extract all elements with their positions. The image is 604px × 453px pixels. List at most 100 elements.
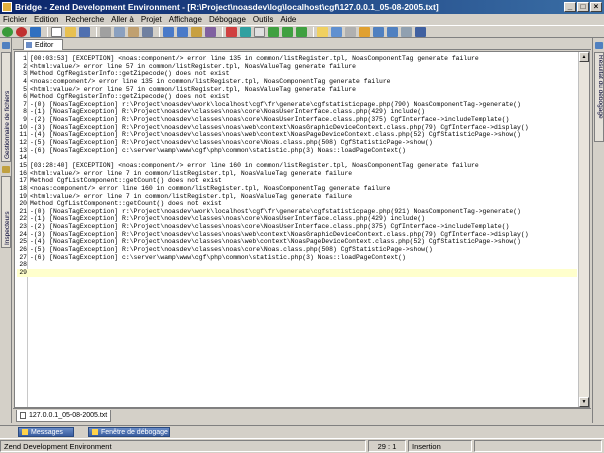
vertical-scrollbar[interactable]: ▲ ▼ (578, 52, 589, 407)
code-line[interactable]: 15 [03:28:40] [EXCEPTION] <noas:component… (17, 162, 577, 170)
scroll-down-icon[interactable]: ▼ (579, 397, 589, 407)
line-number: 27 (19, 253, 27, 261)
code-line[interactable]: 14 (17, 154, 577, 162)
code-line[interactable]: 5 <html:value/> error line 57 in common/l… (17, 86, 577, 94)
layout-icon[interactable] (373, 26, 384, 37)
code-line[interactable]: 17 Method CgfListComponent::getCount() do… (17, 177, 577, 185)
line-text: <html:value/> error line 7 in common/lis… (30, 169, 353, 177)
file-tab-label: 127.0.0.1_05-08-2005.txt (29, 412, 108, 419)
toolbar-divider (313, 26, 314, 37)
open-folder-icon[interactable] (65, 26, 76, 37)
code-line[interactable]: 8 -(1) [NoasTagException] R:\Project\noas… (17, 108, 577, 116)
file-tab[interactable]: 127.0.0.1_05-08-2005.txt (16, 410, 112, 422)
code-line[interactable]: 7 -(0) [NoasTagException] r:\Project\noas… (17, 101, 577, 109)
window-icon[interactable] (331, 26, 342, 37)
step-icon[interactable] (30, 26, 41, 37)
tab-editor[interactable]: Editor (23, 39, 63, 50)
save-icon[interactable] (79, 26, 90, 37)
toolbar-divider (159, 26, 160, 37)
code-line[interactable]: 9 -(2) [NoasTagException] R:\Project\noas… (17, 116, 577, 124)
settings-icon[interactable] (345, 26, 356, 37)
code-line[interactable]: 22 -(1) [NoasTagException] R:\Project\noa… (17, 215, 577, 223)
new-file-icon[interactable] (51, 26, 62, 37)
messages-label: Messages (31, 428, 63, 436)
toggle-icon[interactable] (254, 26, 265, 37)
code-line[interactable]: 16 <html:value/> error line 7 in common/l… (17, 170, 577, 178)
code-line[interactable]: 2 <html:value/> error line 57 in common/l… (17, 63, 577, 71)
menu-outils[interactable]: Outils (253, 15, 273, 24)
code-line[interactable]: 24 -(3) [NoasTagException] R:\Project\noa… (17, 231, 577, 239)
code-line[interactable]: 11 -(4) [NoasTagException] R:\Project\noa… (17, 131, 577, 139)
browser-icon[interactable] (401, 26, 412, 37)
scroll-up-icon[interactable]: ▲ (579, 52, 589, 62)
maximize-button[interactable]: □ (577, 2, 589, 12)
code-line[interactable]: 28 (17, 261, 577, 269)
code-line[interactable]: 18 <noas:component/> error line 160 in co… (17, 185, 577, 193)
step-out-icon[interactable] (296, 26, 307, 37)
print-icon[interactable] (142, 26, 153, 37)
line-text: -(0) [NoasTagException] r:\Project\noasd… (30, 207, 521, 215)
close-button[interactable]: × (590, 2, 602, 12)
menu-edition[interactable]: Edition (34, 15, 58, 24)
stop-icon[interactable] (16, 26, 27, 37)
code-line[interactable]: 25 -(4) [NoasTagException] R:\Project\noa… (17, 238, 577, 246)
tab-file-manager[interactable]: Gestionnaire de fichiers (1, 52, 11, 162)
debug-icon[interactable] (240, 26, 251, 37)
status-position: 29 : 1 (368, 440, 406, 452)
toolbar-divider (96, 26, 97, 37)
bookmark-icon[interactable] (359, 26, 370, 37)
code-line[interactable]: 10 -(3) [NoasTagException] R:\Project\noa… (17, 124, 577, 132)
cut-icon[interactable] (100, 26, 111, 37)
panel-icon[interactable] (387, 26, 398, 37)
code-line[interactable]: 19 <html:value/> error line 7 in common/l… (17, 193, 577, 201)
code-line[interactable]: 13 -(6) [NoasTagException] c:\server\wamp… (17, 147, 577, 155)
code-editor[interactable]: 1 [00:03:53] [EXCEPTION] <noas:component/… (14, 51, 590, 408)
step-over-icon[interactable] (268, 26, 279, 37)
menu-aide[interactable]: Aide (280, 15, 296, 24)
code-line[interactable]: 26 -(5) [NoasTagException] R:\Project\noa… (17, 246, 577, 254)
left-panel-bar: Gestionnaire de fichiers Inspecteurs (0, 38, 12, 423)
code-line[interactable]: 12 -(5) [NoasTagException] R:\Project\noa… (17, 139, 577, 147)
code-line[interactable]: 23 -(2) [NoasTagException] R:\Project\noa… (17, 223, 577, 231)
project-icon[interactable] (317, 26, 328, 37)
minimize-button[interactable]: _ (564, 2, 576, 12)
line-text (27, 154, 30, 162)
undo-icon[interactable] (163, 26, 174, 37)
code-line[interactable]: 1 [00:03:53] [EXCEPTION] <noas:component/… (17, 55, 577, 63)
line-text: Method CgfListComponent::getCount() does… (30, 200, 222, 208)
help-icon[interactable] (415, 26, 426, 37)
menu-projet[interactable]: Projet (141, 15, 162, 24)
code-line[interactable]: 20 Method CgfListComponent::getCount() do… (17, 200, 577, 208)
line-text: Method CgfRegisterInfo::getZipecode() do… (30, 70, 230, 78)
menu-recherche[interactable]: Recherche (65, 15, 104, 24)
search-icon[interactable] (191, 26, 202, 37)
run-icon[interactable] (2, 26, 13, 37)
menu-debogage[interactable]: Débogage (209, 15, 246, 24)
menu-affichage[interactable]: Affichage (169, 15, 202, 24)
line-number: 13 (19, 146, 27, 154)
replace-icon[interactable] (205, 26, 216, 37)
redo-icon[interactable] (177, 26, 188, 37)
menu-fichier[interactable]: Fichier (3, 15, 27, 24)
copy-icon[interactable] (114, 26, 125, 37)
code-line[interactable]: 29 (17, 268, 577, 277)
code-line[interactable]: 21 -(0) [NoasTagException] r:\Project\noa… (17, 208, 577, 216)
tab-messages[interactable]: Messages (18, 427, 74, 437)
code-line[interactable]: 27 -(6) [NoasTagException] c:\server\wamp… (17, 254, 577, 262)
code-line[interactable]: 3 Method CgfRegisterInfo::getZipecode() d… (17, 70, 577, 78)
tab-debug-output[interactable]: Résultat du débogage (594, 52, 604, 142)
breakpoint-icon[interactable] (226, 26, 237, 37)
window-title: Bridge - Zend Development Environment - … (15, 2, 439, 12)
inspectors-label: Inspecteurs (4, 211, 11, 245)
menu-aller[interactable]: Aller à (111, 15, 134, 24)
paste-icon[interactable] (128, 26, 139, 37)
tab-inspectors[interactable]: Inspecteurs (1, 176, 11, 248)
line-number: 17 (19, 177, 27, 185)
step-into-icon[interactable] (282, 26, 293, 37)
line-number: 9 (23, 116, 27, 124)
code-line[interactable]: 6 Method CgfRegisterInfo::getZipecode() d… (17, 93, 577, 101)
tab-debug-window[interactable]: Fenêtre de débogage (88, 427, 170, 437)
line-number: 6 (23, 93, 27, 101)
code-line[interactable]: 4 <noas:component/> error line 135 in com… (17, 78, 577, 86)
messages-icon (22, 429, 28, 435)
